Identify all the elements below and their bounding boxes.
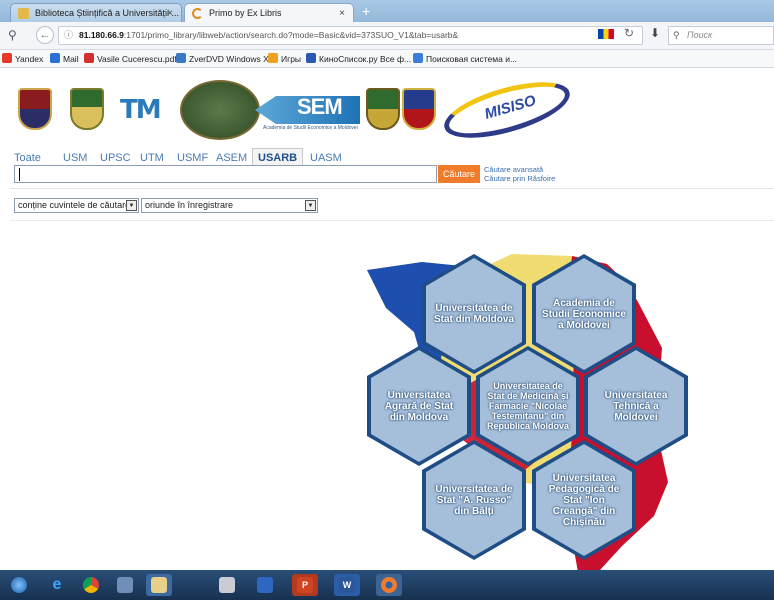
url-path: :1701/primo_library/libweb/action/search… xyxy=(123,30,459,40)
start-button[interactable] xyxy=(6,574,34,596)
divider xyxy=(10,220,774,221)
kinospisok-icon xyxy=(306,53,316,63)
bookmark-zverdvd[interactable]: ZverDVD Windows XP xyxy=(176,50,275,68)
university-crest-logo xyxy=(18,88,52,130)
match-select[interactable]: conține cuvintele de căutare ▼ xyxy=(14,198,139,213)
oval-emblem-logo xyxy=(180,80,260,140)
chevron-down-icon: ▼ xyxy=(305,200,316,211)
search-system-icon xyxy=(413,53,423,63)
windows-logo-icon xyxy=(11,577,27,593)
taskbar-explorer[interactable] xyxy=(112,574,138,596)
back-button[interactable]: ← xyxy=(36,26,54,44)
download-icon[interactable]: ⬇ xyxy=(650,26,660,40)
extension-icon[interactable]: ⚲ xyxy=(8,26,17,44)
moldova-flag-icon xyxy=(598,29,614,39)
bookmark-search-system[interactable]: Поисковая система и... xyxy=(413,50,517,68)
games-icon xyxy=(268,53,278,63)
tab-title: Primo by Ex Libris xyxy=(209,8,282,18)
yandex-icon xyxy=(2,53,12,63)
browser-search-field[interactable]: ⚲ Поиск xyxy=(668,26,774,45)
misiso-logo: MISISO xyxy=(436,70,586,150)
chrome-icon xyxy=(83,577,99,593)
internet-explorer-icon: e xyxy=(52,576,62,593)
browse-search-link[interactable]: Căutare prin Răsfoire xyxy=(484,174,555,183)
bookmark-pdf[interactable]: Vasile Cucerescu.pdf xyxy=(84,50,177,68)
search-placeholder: Поиск xyxy=(687,30,713,40)
url-host: 81.180.66.9 xyxy=(79,30,124,40)
chevron-down-icon: ▼ xyxy=(126,200,137,211)
browser-tab-bar: Biblioteca Științifică a Universității .… xyxy=(0,0,774,22)
utm-logo: TM xyxy=(120,95,162,125)
search-input[interactable] xyxy=(14,165,437,183)
close-tab-icon[interactable]: × xyxy=(339,4,345,22)
university-crest-logo xyxy=(70,88,104,130)
library-favicon-icon xyxy=(18,8,29,19)
document-icon xyxy=(257,577,273,593)
pdf-icon xyxy=(84,53,94,63)
university-logos: TM SEM Academia de Studii Economice a Mo… xyxy=(10,70,600,150)
firefox-icon xyxy=(381,577,397,593)
loading-favicon-icon xyxy=(192,8,203,19)
address-bar[interactable]: ⓘ 81.180.66.9:1701/primo_library/libweb/… xyxy=(58,26,643,45)
tab-upsc[interactable]: UPSC xyxy=(100,150,131,166)
tab-title: Biblioteca Științifică a Universității .… xyxy=(35,8,180,18)
taskbar-files[interactable] xyxy=(146,574,172,596)
asem-logo: SEM Academia de Studii Economice a Moldo… xyxy=(255,92,360,132)
bookmarks-bar: Yandex Mail Vasile Cucerescu.pdf ZverDVD… xyxy=(0,50,774,68)
taskbar-marc[interactable] xyxy=(214,574,240,596)
advanced-search-link[interactable]: Căutare avansată xyxy=(484,165,543,174)
bookmark-mail[interactable]: Mail xyxy=(50,50,79,68)
close-tab-icon[interactable]: × xyxy=(167,4,173,22)
tab-uasm[interactable]: UASM xyxy=(310,150,342,166)
search-icon: ⚲ xyxy=(673,30,680,40)
bookmark-yandex[interactable]: Yandex xyxy=(2,50,43,68)
taskbar-word[interactable]: W xyxy=(334,574,360,596)
taskbar-powerpoint[interactable]: P xyxy=(292,574,318,596)
tab-asem[interactable]: ASEM xyxy=(216,150,247,166)
word-icon: W xyxy=(339,577,355,593)
site-info-icon[interactable]: ⓘ xyxy=(64,27,73,44)
tab-usm[interactable]: USM xyxy=(63,150,87,166)
bookmark-kinospisok[interactable]: КиноСписок.ру Все ф... xyxy=(306,50,411,68)
universities-hex-map: Universitatea de Stat din Moldova Academ… xyxy=(362,250,688,576)
reload-icon[interactable]: ↻ xyxy=(624,26,634,40)
taskbar-firefox[interactable] xyxy=(376,574,402,596)
browser-tab-primo[interactable]: Primo by Ex Libris × xyxy=(184,3,354,22)
browser-tab-library[interactable]: Biblioteca Științifică a Universității .… xyxy=(10,3,182,22)
scope-select[interactable]: oriunde în înregistrare ▼ xyxy=(141,198,318,213)
folder-icon xyxy=(151,577,167,593)
tab-usmf[interactable]: USMF xyxy=(177,150,208,166)
mail-icon xyxy=(50,53,60,63)
taskbar-chrome[interactable] xyxy=(78,574,104,596)
taskbar-ie[interactable]: e xyxy=(44,574,70,596)
tab-utm[interactable]: UTM xyxy=(140,150,164,166)
powerpoint-icon: P xyxy=(297,577,313,593)
new-tab-button[interactable]: + xyxy=(362,3,370,19)
search-button[interactable]: Căutare xyxy=(438,165,480,183)
university-crest-logo xyxy=(366,88,400,130)
zverdvd-icon xyxy=(176,53,186,63)
divider xyxy=(10,188,774,189)
marc-icon xyxy=(219,577,235,593)
university-crest-logo xyxy=(402,88,436,130)
windows-taskbar: e P W xyxy=(0,570,774,600)
bookmark-games[interactable]: Игры xyxy=(268,50,301,68)
explorer-icon xyxy=(117,577,133,593)
taskbar-word-blue[interactable] xyxy=(252,574,278,596)
tab-toate[interactable]: Toate xyxy=(14,150,41,166)
